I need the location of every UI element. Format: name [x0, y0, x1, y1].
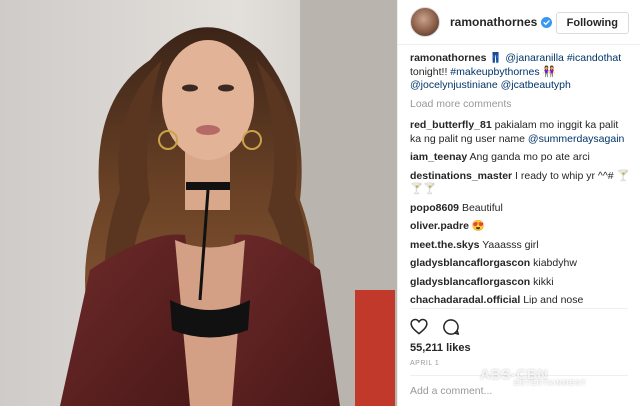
comment-item: gladysblancaflorgascon kiabdyhw [410, 257, 632, 271]
post-actions [410, 318, 460, 336]
add-comment-input[interactable] [410, 382, 590, 400]
comment-item: gladysblancaflorgascon kikki [410, 276, 632, 290]
comment-item: red_butterfly_81 pakialam mo inggit ka p… [410, 119, 632, 146]
comment-text: 😍 [471, 220, 485, 232]
comment-text: kikki [533, 275, 554, 288]
caption-text-3: 👭 [542, 65, 556, 78]
comment-mention[interactable]: @summerdaysagain [528, 133, 624, 145]
comment-username[interactable]: meet.the.skys [410, 239, 479, 251]
post-header: ramonathornes Following [398, 0, 640, 45]
comments-list: ramonathornes 👖 @janaranilla #icandothat… [410, 52, 632, 304]
caption-text-1: 👖 [489, 52, 506, 64]
caption-mention-janaranilla[interactable]: @janaranilla [505, 52, 564, 64]
comment-item: popo8609 Beautiful [410, 202, 632, 216]
divider [410, 308, 628, 309]
post-date: APRIL 1 [410, 360, 440, 367]
comment-username[interactable]: chachadaradal.official [410, 294, 520, 304]
caption: ramonathornes 👖 @janaranilla #icandothat… [410, 52, 632, 93]
caption-mention-jocelyn[interactable]: @jocelynjustiniane [410, 79, 498, 91]
following-button[interactable]: Following [555, 12, 629, 34]
comment-text: kiabdyhw [533, 257, 577, 269]
caption-text-2: tonight!! [410, 65, 451, 78]
likes-count[interactable]: 55,211 likes [410, 342, 471, 354]
post-photo-illustration [0, 0, 397, 406]
load-more-comments-link[interactable]: Load more comments [410, 98, 632, 112]
comment-item: destinations_master I ready to whip yr ^… [410, 170, 632, 197]
comment-item: meet.the.skys Yaaasss girl [410, 239, 632, 253]
post-panel: ramonathornes Following ramonathornes 👖 … [397, 0, 640, 406]
comment-item: chachadaradal.official Lip and nose nagp… [410, 294, 632, 304]
comment-username[interactable]: popo8609 [410, 202, 459, 214]
author-username[interactable]: ramonathornes [450, 15, 537, 29]
comment-text: Yaaasss girl [482, 238, 539, 251]
verified-badge-icon [541, 16, 553, 28]
comment-username[interactable]: red_butterfly_81 [410, 119, 492, 131]
comment-username[interactable]: oliver.padre [410, 220, 469, 232]
caption-hashtag-icandothat[interactable]: #icandothat [567, 52, 621, 64]
caption-username[interactable]: ramonathornes [410, 52, 486, 64]
comment-item: oliver.padre 😍 [410, 220, 632, 234]
comment-username[interactable]: gladysblancaflorgascon [410, 257, 530, 269]
profile-avatar[interactable] [410, 7, 440, 37]
comment-username[interactable]: iam_teenay [410, 151, 467, 163]
comment-username[interactable]: destinations_master [410, 170, 512, 182]
comment-text: Beautiful [461, 201, 503, 214]
post-photo[interactable] [0, 0, 397, 406]
heart-icon[interactable] [410, 318, 428, 335]
comment-bubble-icon[interactable] [442, 318, 460, 336]
comment-username[interactable]: gladysblancaflorgascon [410, 276, 530, 288]
comment-item: iam_teenay Ang ganda mo po ate arci [410, 151, 632, 165]
divider [410, 375, 628, 376]
comment-text: Ang ganda mo po ate arci [469, 151, 590, 163]
caption-hashtag-makeupbythornes[interactable]: #makeupbythornes [450, 66, 539, 78]
caption-mention-jcat[interactable]: @jcatbeautyph [501, 79, 571, 91]
